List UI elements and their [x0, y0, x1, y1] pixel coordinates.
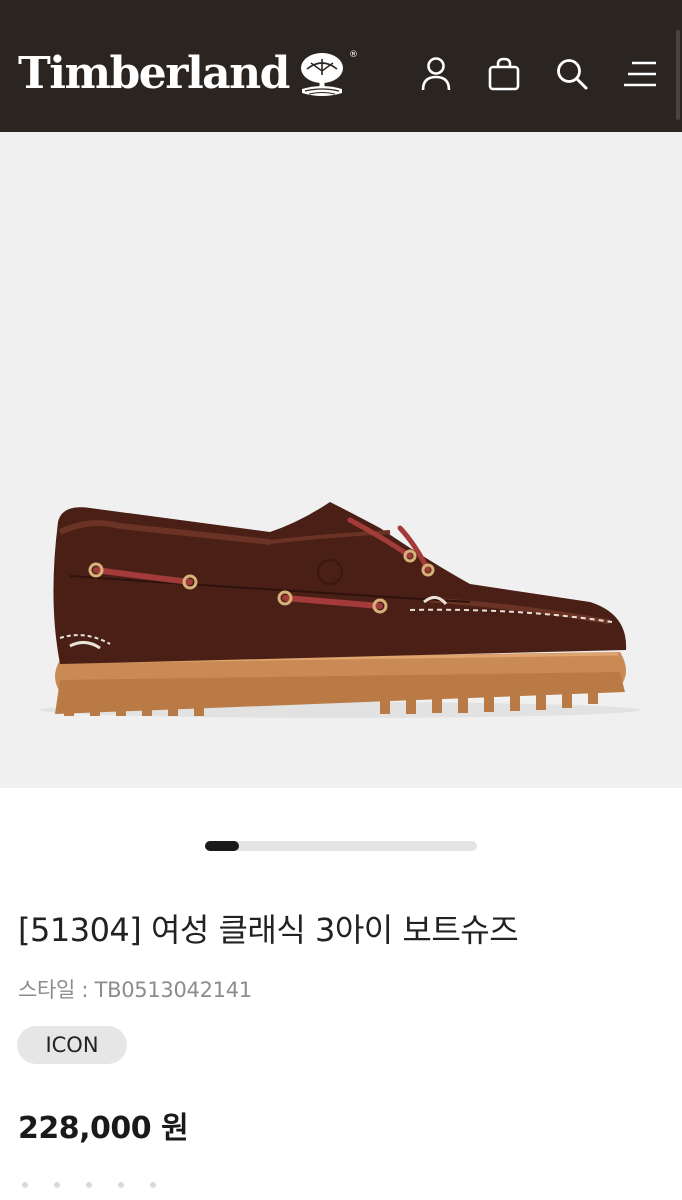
page-scrollbar[interactable]: [676, 30, 680, 120]
rating-dot: [86, 1182, 92, 1188]
user-icon[interactable]: [416, 54, 456, 94]
rating-dot: [22, 1182, 28, 1188]
boat-shoe-image: [40, 502, 640, 718]
carousel-indicator-active: [205, 841, 239, 851]
shopping-bag-icon[interactable]: [484, 54, 524, 94]
tree-logo-icon: [300, 53, 343, 96]
brand-wordmark: Timberland: [18, 48, 290, 99]
style-code: 스타일 : TB0513042141: [18, 978, 252, 1002]
product-image[interactable]: [0, 132, 682, 788]
icon-badge: ICON: [17, 1026, 127, 1064]
search-icon[interactable]: [552, 54, 592, 94]
menu-icon[interactable]: [620, 54, 660, 94]
rating-dot: [118, 1182, 124, 1188]
rating-dot: [150, 1182, 156, 1188]
product-title: [51304] 여성 클래식 3아이 보트슈즈: [18, 911, 519, 949]
brand-logo[interactable]: Timberland ®: [18, 44, 358, 104]
rating-placeholder: [22, 1182, 156, 1188]
product-price: 228,000 원: [18, 1111, 189, 1146]
carousel-indicator[interactable]: [205, 841, 477, 851]
registered-mark: ®: [348, 50, 358, 60]
rating-dot: [54, 1182, 60, 1188]
site-header: Timberland ®: [0, 0, 682, 132]
